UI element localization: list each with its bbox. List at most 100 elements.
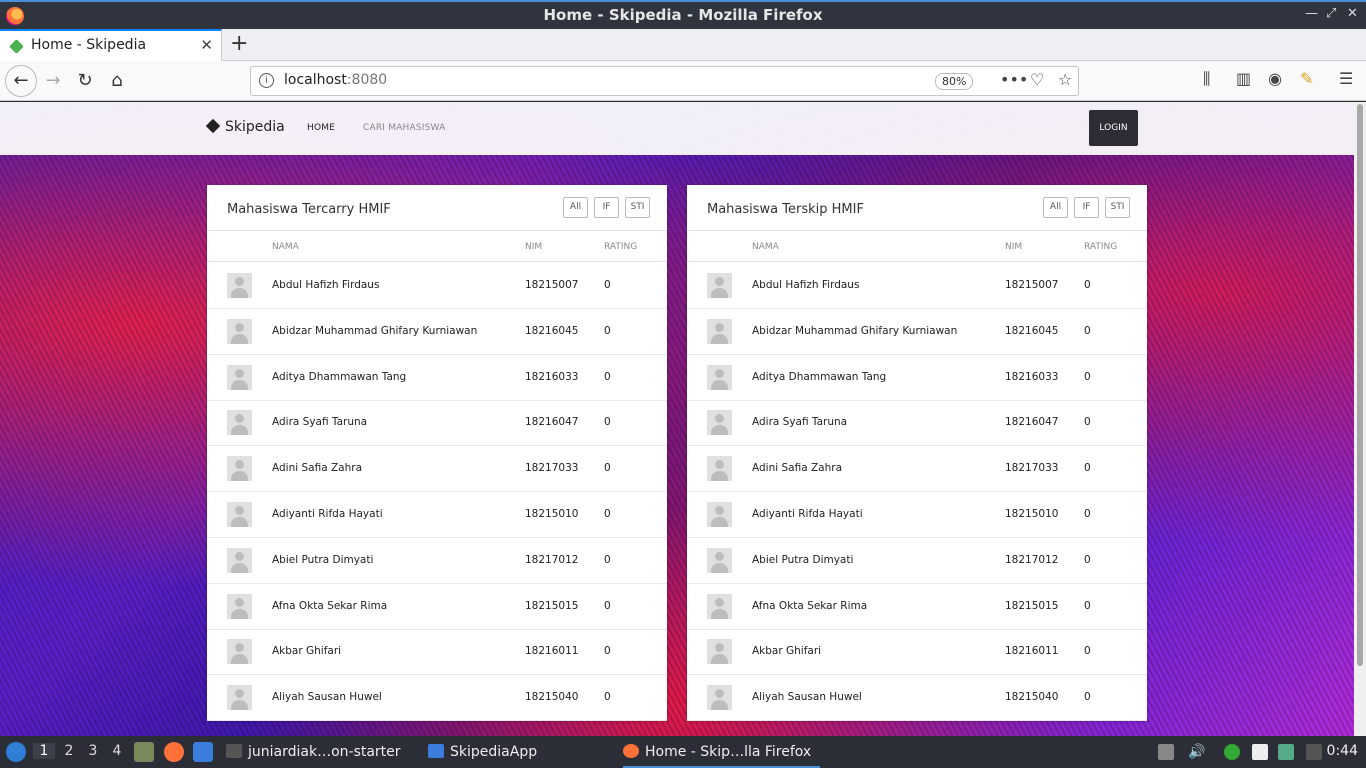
task-firefox[interactable]: Home - Skip…lla Firefox: [623, 736, 820, 768]
filter-sti-button[interactable]: STI: [1105, 197, 1130, 218]
sidebar-icon[interactable]: ▥: [1236, 69, 1251, 88]
filter-if-button[interactable]: IF: [594, 197, 619, 218]
workspace-1[interactable]: 1: [33, 743, 55, 759]
table-row[interactable]: Aliyah Sausan Huwel 18215040 0: [687, 675, 1147, 722]
table-row[interactable]: Afna Okta Sekar Rima 18215015 0: [687, 584, 1147, 630]
notification-icon[interactable]: [1278, 744, 1294, 760]
table-row[interactable]: Abiel Putra Dimyati 18217012 0: [207, 538, 667, 584]
col-rating: RATING: [604, 242, 638, 252]
avatar-icon: [227, 364, 252, 390]
filter-sti-button[interactable]: STI: [625, 197, 650, 218]
table-row[interactable]: Abidzar Muhammad Ghifary Kurniawan 182160…: [207, 309, 667, 355]
library-icon[interactable]: ⫼: [1203, 69, 1210, 89]
avatar-icon: [707, 502, 732, 527]
close-window-icon[interactable]: ✕: [1347, 6, 1358, 21]
login-button[interactable]: LOGIN: [1089, 110, 1138, 146]
update-icon[interactable]: [1224, 744, 1240, 760]
nav-home[interactable]: HOME: [307, 123, 335, 133]
tab-home-skipedia[interactable]: Home - Skipedia ✕: [0, 29, 222, 61]
star-icon[interactable]: ☆: [1058, 70, 1072, 89]
table-row[interactable]: Adini Safia Zahra 18217033 0: [687, 446, 1147, 493]
page-scrollbar[interactable]: [1354, 102, 1366, 736]
extension-icon[interactable]: ✎: [1300, 69, 1313, 88]
student-name[interactable]: Aditya Dhammawan Tang: [752, 371, 886, 383]
table-row[interactable]: Adira Syafi Taruna 18216047 0: [687, 400, 1147, 447]
table-row[interactable]: Adira Syafi Taruna 18216047 0: [207, 400, 667, 447]
table-row[interactable]: Abiel Putra Dimyati 18217012 0: [687, 538, 1147, 584]
table-row[interactable]: Abidzar Muhammad Ghifary Kurniawan 182160…: [687, 309, 1147, 355]
table-row[interactable]: Akbar Ghifari 18216011 0: [687, 629, 1147, 676]
table-row[interactable]: Abdul Hafizh Firdaus 18215007 0: [207, 263, 667, 309]
student-name[interactable]: Adiyanti Rifda Hayati: [272, 508, 383, 520]
back-arrow-icon[interactable]: ←: [5, 65, 37, 97]
student-name[interactable]: Abiel Putra Dimyati: [752, 554, 853, 566]
zoom-level-badge[interactable]: 80%: [935, 73, 974, 90]
workspace-4[interactable]: 4: [106, 743, 128, 759]
clipboard-icon[interactable]: [1158, 744, 1174, 760]
filter-all-button[interactable]: All: [563, 197, 588, 218]
workspace-2[interactable]: 2: [58, 743, 80, 759]
table-row[interactable]: Adiyanti Rifda Hayati 18215010 0: [207, 492, 667, 538]
network-icon[interactable]: [1306, 744, 1322, 760]
student-name[interactable]: Abdul Hafizh Firdaus: [272, 279, 379, 291]
student-name[interactable]: Abdul Hafizh Firdaus: [752, 279, 859, 291]
student-name[interactable]: Abiel Putra Dimyati: [272, 554, 373, 566]
table-row[interactable]: Afna Okta Sekar Rima 18215015 0: [207, 584, 667, 630]
student-name[interactable]: Abidzar Muhammad Ghifary Kurniawan: [752, 325, 957, 337]
file-manager-icon[interactable]: [134, 742, 154, 762]
notes-icon[interactable]: [1252, 744, 1268, 760]
student-name[interactable]: Aliyah Sausan Huwel: [272, 691, 382, 703]
student-nim: 18216047: [1005, 416, 1059, 429]
student-name[interactable]: Adini Safia Zahra: [272, 462, 362, 474]
desktop-icon[interactable]: [193, 742, 213, 762]
table-row[interactable]: Aliyah Sausan Huwel 18215040 0: [207, 675, 667, 722]
firefox-launcher-icon[interactable]: [164, 742, 184, 762]
new-tab-icon[interactable]: +: [230, 31, 248, 56]
hamburger-icon[interactable]: ☰: [1339, 69, 1353, 88]
table-row[interactable]: Aditya Dhammawan Tang 18216033 0: [687, 355, 1147, 401]
table-row[interactable]: Abdul Hafizh Firdaus 18215007 0: [687, 263, 1147, 309]
tab-strip: Home - Skipedia ✕ +: [0, 29, 1366, 61]
url-bar[interactable]: i localhost:8080 80% ••• ♡ ☆: [250, 66, 1079, 96]
volume-icon[interactable]: 🔊: [1188, 744, 1205, 760]
home-icon[interactable]: ⌂: [104, 68, 130, 94]
task-skipediaapp[interactable]: SkipediaApp: [428, 736, 537, 768]
reload-icon[interactable]: ↻: [72, 68, 98, 94]
filter-all-button[interactable]: All: [1043, 197, 1068, 218]
more-icon[interactable]: •••: [1000, 70, 1028, 89]
student-name[interactable]: Afna Okta Sekar Rima: [752, 600, 867, 612]
avatar-icon: [227, 410, 252, 436]
table-row[interactable]: Adini Safia Zahra 18217033 0: [207, 446, 667, 493]
student-name[interactable]: Aditya Dhammawan Tang: [272, 371, 406, 383]
student-name[interactable]: Abidzar Muhammad Ghifary Kurniawan: [272, 325, 477, 337]
student-rating: 0: [604, 508, 611, 520]
filter-if-button[interactable]: IF: [1074, 197, 1099, 218]
student-rating: 0: [604, 462, 611, 475]
tab-close-icon[interactable]: ✕: [200, 36, 213, 54]
window-title: Home - Skipedia - Mozilla Firefox: [543, 6, 823, 24]
student-name[interactable]: Akbar Ghifari: [752, 645, 821, 657]
student-name[interactable]: Adira Syafi Taruna: [752, 416, 847, 428]
nav-cari-mahasiswa[interactable]: CARI MAHASISWA: [363, 123, 446, 133]
pocket-icon[interactable]: ♡: [1030, 70, 1044, 89]
student-name[interactable]: Aliyah Sausan Huwel: [752, 691, 862, 703]
start-menu-icon[interactable]: [6, 742, 26, 762]
student-name[interactable]: Afna Okta Sekar Rima: [272, 600, 387, 612]
workspace-3[interactable]: 3: [82, 743, 104, 759]
url-text[interactable]: localhost:8080: [284, 72, 387, 88]
site-brand[interactable]: Skipedia: [205, 118, 285, 135]
scrollbar-thumb[interactable]: [1357, 104, 1363, 666]
student-name[interactable]: Adiyanti Rifda Hayati: [752, 508, 863, 520]
student-name[interactable]: Adira Syafi Taruna: [272, 416, 367, 428]
student-name[interactable]: Adini Safia Zahra: [752, 462, 842, 474]
info-icon[interactable]: i: [259, 73, 274, 88]
table-row[interactable]: Aditya Dhammawan Tang 18216033 0: [207, 355, 667, 401]
student-name[interactable]: Akbar Ghifari: [272, 645, 341, 657]
table-row[interactable]: Adiyanti Rifda Hayati 18215010 0: [687, 492, 1147, 538]
minimize-icon[interactable]: —: [1305, 6, 1318, 21]
account-icon[interactable]: ◉: [1268, 69, 1282, 88]
forward-arrow-icon[interactable]: →: [40, 68, 66, 94]
maximize-icon[interactable]: ⤢: [1326, 6, 1336, 21]
task-terminal[interactable]: juniardiak…on-starter: [226, 736, 401, 768]
table-row[interactable]: Akbar Ghifari 18216011 0: [207, 629, 667, 676]
